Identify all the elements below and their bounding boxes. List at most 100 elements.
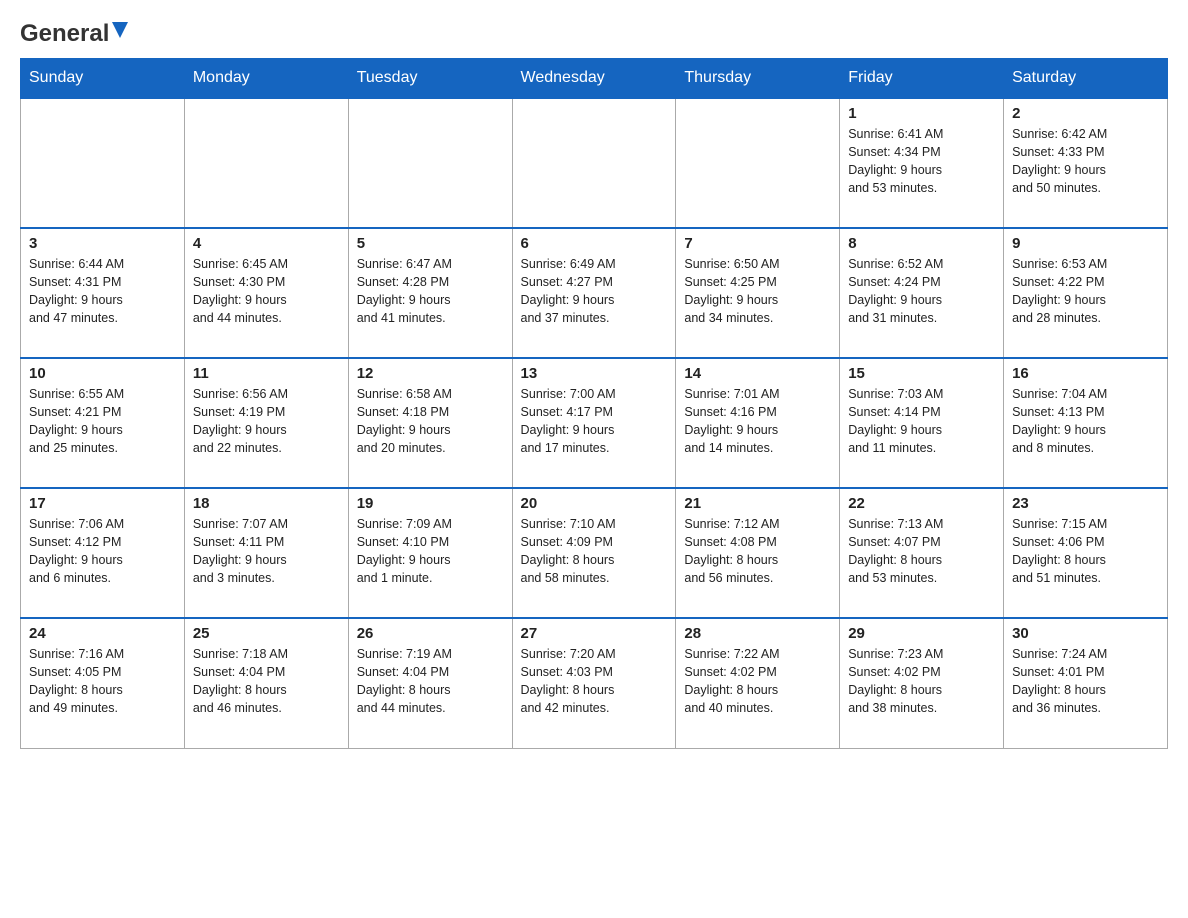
day-cell: 15 Sunrise: 7:03 AM Sunset: 4:14 PM Dayli… [840,358,1004,488]
day-number: 22 [848,495,995,512]
day-info: Sunrise: 7:22 AM Sunset: 4:02 PM Dayligh… [684,645,831,718]
day-number: 1 [848,105,995,122]
day-number: 8 [848,235,995,252]
day-info: Sunrise: 7:15 AM Sunset: 4:06 PM Dayligh… [1012,515,1159,588]
day-info: Sunrise: 7:01 AM Sunset: 4:16 PM Dayligh… [684,385,831,458]
day-cell: 19Sunrise: 7:09 AM Sunset: 4:10 PM Dayli… [348,488,512,618]
day-cell: 30 Sunrise: 7:24 AM Sunset: 4:01 PM Dayli… [1004,618,1168,748]
week-row-2: 3Sunrise: 6:44 AM Sunset: 4:31 PM Daylig… [21,228,1168,358]
day-cell: 18 Sunrise: 7:07 AM Sunset: 4:11 PM Dayli… [184,488,348,618]
day-cell: 24 Sunrise: 7:16 AM Sunset: 4:05 PM Dayli… [21,618,185,748]
day-number: 5 [357,235,504,252]
weekday-header-thursday: Thursday [676,59,840,99]
day-cell: 6 Sunrise: 6:49 AM Sunset: 4:27 PM Daylig… [512,228,676,358]
day-info: Sunrise: 7:19 AM Sunset: 4:04 PM Dayligh… [357,645,504,718]
logo-triangle-icon [112,22,128,38]
day-number: 19 [357,495,504,512]
week-row-5: 24 Sunrise: 7:16 AM Sunset: 4:05 PM Dayli… [21,618,1168,748]
day-info: Sunrise: 6:53 AM Sunset: 4:22 PM Dayligh… [1012,255,1159,328]
day-cell [348,98,512,228]
weekday-header-saturday: Saturday [1004,59,1168,99]
weekday-header-friday: Friday [840,59,1004,99]
weekday-header-row: SundayMondayTuesdayWednesdayThursdayFrid… [21,59,1168,99]
day-number: 17 [29,495,176,512]
day-number: 24 [29,625,176,642]
day-number: 26 [357,625,504,642]
day-number: 9 [1012,235,1159,252]
day-cell: 29 Sunrise: 7:23 AM Sunset: 4:02 PM Dayli… [840,618,1004,748]
day-number: 2 [1012,105,1159,122]
day-number: 13 [521,365,668,382]
day-cell: 10Sunrise: 6:55 AM Sunset: 4:21 PM Dayli… [21,358,185,488]
day-cell [184,98,348,228]
day-number: 12 [357,365,504,382]
day-number: 25 [193,625,340,642]
day-number: 3 [29,235,176,252]
day-cell: 9 Sunrise: 6:53 AM Sunset: 4:22 PM Daylig… [1004,228,1168,358]
day-info: Sunrise: 7:13 AM Sunset: 4:07 PM Dayligh… [848,515,995,588]
day-cell: 11 Sunrise: 6:56 AM Sunset: 4:19 PM Dayli… [184,358,348,488]
day-cell: 25Sunrise: 7:18 AM Sunset: 4:04 PM Dayli… [184,618,348,748]
day-info: Sunrise: 7:06 AM Sunset: 4:12 PM Dayligh… [29,515,176,588]
day-cell: 5 Sunrise: 6:47 AM Sunset: 4:28 PM Daylig… [348,228,512,358]
day-info: Sunrise: 7:24 AM Sunset: 4:01 PM Dayligh… [1012,645,1159,718]
day-cell: 26 Sunrise: 7:19 AM Sunset: 4:04 PM Dayli… [348,618,512,748]
day-cell: 3Sunrise: 6:44 AM Sunset: 4:31 PM Daylig… [21,228,185,358]
logo-general-text: General [20,20,109,48]
day-cell: 21 Sunrise: 7:12 AM Sunset: 4:08 PM Dayli… [676,488,840,618]
day-number: 27 [521,625,668,642]
day-info: Sunrise: 6:42 AM Sunset: 4:33 PM Dayligh… [1012,125,1159,198]
day-cell [676,98,840,228]
day-cell: 8 Sunrise: 6:52 AM Sunset: 4:24 PM Daylig… [840,228,1004,358]
day-number: 10 [29,365,176,382]
day-number: 7 [684,235,831,252]
day-info: Sunrise: 6:50 AM Sunset: 4:25 PM Dayligh… [684,255,831,328]
day-info: Sunrise: 7:16 AM Sunset: 4:05 PM Dayligh… [29,645,176,718]
day-number: 14 [684,365,831,382]
day-cell: 20 Sunrise: 7:10 AM Sunset: 4:09 PM Dayli… [512,488,676,618]
day-number: 23 [1012,495,1159,512]
day-number: 20 [521,495,668,512]
day-info: Sunrise: 7:07 AM Sunset: 4:11 PM Dayligh… [193,515,340,588]
day-info: Sunrise: 6:52 AM Sunset: 4:24 PM Dayligh… [848,255,995,328]
day-cell: 16 Sunrise: 7:04 AM Sunset: 4:13 PM Dayli… [1004,358,1168,488]
day-info: Sunrise: 6:45 AM Sunset: 4:30 PM Dayligh… [193,255,340,328]
day-number: 29 [848,625,995,642]
day-info: Sunrise: 7:00 AM Sunset: 4:17 PM Dayligh… [521,385,668,458]
day-number: 11 [193,365,340,382]
day-cell: 28 Sunrise: 7:22 AM Sunset: 4:02 PM Dayli… [676,618,840,748]
day-number: 28 [684,625,831,642]
day-info: Sunrise: 7:20 AM Sunset: 4:03 PM Dayligh… [521,645,668,718]
day-number: 18 [193,495,340,512]
day-info: Sunrise: 7:03 AM Sunset: 4:14 PM Dayligh… [848,385,995,458]
day-cell: 14 Sunrise: 7:01 AM Sunset: 4:16 PM Dayli… [676,358,840,488]
week-row-4: 17 Sunrise: 7:06 AM Sunset: 4:12 PM Dayli… [21,488,1168,618]
day-info: Sunrise: 6:56 AM Sunset: 4:19 PM Dayligh… [193,385,340,458]
day-cell: 22 Sunrise: 7:13 AM Sunset: 4:07 PM Dayli… [840,488,1004,618]
day-cell: 23 Sunrise: 7:15 AM Sunset: 4:06 PM Dayli… [1004,488,1168,618]
day-cell [512,98,676,228]
day-info: Sunrise: 7:23 AM Sunset: 4:02 PM Dayligh… [848,645,995,718]
day-cell: 2 Sunrise: 6:42 AM Sunset: 4:33 PM Daylig… [1004,98,1168,228]
day-number: 6 [521,235,668,252]
day-cell: 4Sunrise: 6:45 AM Sunset: 4:30 PM Daylig… [184,228,348,358]
weekday-header-monday: Monday [184,59,348,99]
day-number: 16 [1012,365,1159,382]
day-info: Sunrise: 6:58 AM Sunset: 4:18 PM Dayligh… [357,385,504,458]
day-cell [21,98,185,228]
weekday-header-wednesday: Wednesday [512,59,676,99]
day-info: Sunrise: 7:10 AM Sunset: 4:09 PM Dayligh… [521,515,668,588]
day-cell: 13 Sunrise: 7:00 AM Sunset: 4:17 PM Dayli… [512,358,676,488]
page-header: General [20,20,1168,48]
day-info: Sunrise: 6:49 AM Sunset: 4:27 PM Dayligh… [521,255,668,328]
day-info: Sunrise: 7:12 AM Sunset: 4:08 PM Dayligh… [684,515,831,588]
day-number: 30 [1012,625,1159,642]
day-info: Sunrise: 6:41 AM Sunset: 4:34 PM Dayligh… [848,125,995,198]
day-info: Sunrise: 7:04 AM Sunset: 4:13 PM Dayligh… [1012,385,1159,458]
day-number: 21 [684,495,831,512]
weekday-header-sunday: Sunday [21,59,185,99]
day-cell: 27 Sunrise: 7:20 AM Sunset: 4:03 PM Dayli… [512,618,676,748]
day-number: 15 [848,365,995,382]
logo: General [20,20,128,48]
day-info: Sunrise: 6:47 AM Sunset: 4:28 PM Dayligh… [357,255,504,328]
